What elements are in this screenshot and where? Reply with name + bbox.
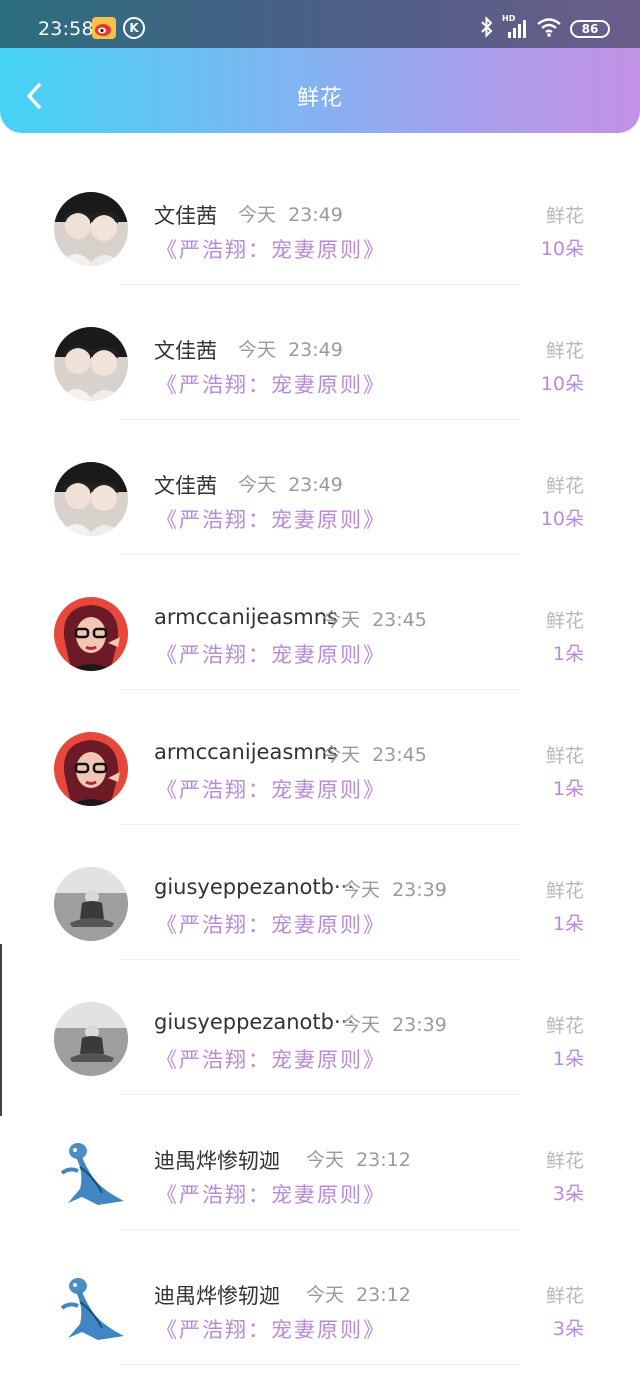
list-item[interactable]: 文佳茜 今天 23:49 《严浩翔：宠妻原则》 鲜花 10朵 bbox=[0, 285, 640, 420]
gift-type-label: 鲜花 bbox=[545, 1150, 584, 1172]
red-hair-avatar[interactable] bbox=[54, 732, 128, 806]
battery-indicator: 86 bbox=[570, 20, 610, 38]
gift-day: 今天 bbox=[322, 609, 361, 631]
gift-type-label: 鲜花 bbox=[545, 745, 584, 767]
gift-type-label: 鲜花 bbox=[545, 475, 584, 497]
user-name[interactable]: armccanijeasmns bbox=[154, 605, 338, 629]
gift-clock: 23:49 bbox=[288, 204, 343, 226]
gift-type-label: 鲜花 bbox=[545, 880, 584, 902]
book-title[interactable]: 《严浩翔：宠妻原则》 bbox=[156, 1179, 386, 1209]
gift-clock: 23:39 bbox=[392, 879, 447, 901]
user-name[interactable]: 迪禺烨惨轫迦 bbox=[154, 1145, 280, 1175]
book-title[interactable]: 《严浩翔：宠妻原则》 bbox=[156, 504, 386, 534]
list-item[interactable]: 迪禺烨惨轫迦 今天 23:12 《严浩翔：宠妻原则》 鲜花 3朵 bbox=[0, 1230, 640, 1365]
divider bbox=[120, 1364, 520, 1365]
gift-type-label: 鲜花 bbox=[545, 205, 584, 227]
gift-day: 今天 bbox=[342, 879, 381, 901]
user-name[interactable]: 迪禺烨惨轫迦 bbox=[154, 1280, 280, 1310]
book-title[interactable]: 《严浩翔：宠妻原则》 bbox=[156, 639, 386, 669]
k-app-icon: K bbox=[123, 17, 145, 39]
gift-day: 今天 bbox=[306, 1149, 345, 1171]
scroll-indicator[interactable] bbox=[0, 944, 2, 1116]
gift-clock: 23:12 bbox=[356, 1284, 411, 1306]
blue-creature-avatar[interactable] bbox=[54, 1137, 128, 1211]
gift-type-label: 鲜花 bbox=[545, 1015, 584, 1037]
user-name[interactable]: giusyeppezanotb··· bbox=[154, 875, 354, 899]
header-bar: 23:58 K HD 86 鲜花 bbox=[0, 0, 640, 133]
list-item[interactable]: armccanijeasmns 今天 23:45 《严浩翔：宠妻原则》 鲜花 1… bbox=[0, 690, 640, 825]
gift-count: 3朵 bbox=[552, 1183, 584, 1205]
gift-count: 1朵 bbox=[552, 913, 584, 935]
user-name[interactable]: 文佳茜 bbox=[154, 470, 217, 500]
gift-count: 1朵 bbox=[552, 1048, 584, 1070]
gift-clock: 23:49 bbox=[288, 339, 343, 361]
gift-time: 今天 23:49 bbox=[238, 200, 343, 227]
list-item[interactable]: 迪禺烨惨轫迦 今天 23:12 《严浩翔：宠妻原则》 鲜花 3朵 bbox=[0, 1095, 640, 1230]
list-item[interactable]: armccanijeasmns 今天 23:45 《严浩翔：宠妻原则》 鲜花 1… bbox=[0, 555, 640, 690]
bluetooth-icon bbox=[480, 16, 494, 42]
book-title[interactable]: 《严浩翔：宠妻原则》 bbox=[156, 369, 386, 399]
gift-day: 今天 bbox=[342, 1014, 381, 1036]
gift-type-label: 鲜花 bbox=[545, 610, 584, 632]
gift-time: 今天 23:49 bbox=[238, 335, 343, 362]
gift-count: 1朵 bbox=[552, 643, 584, 665]
gift-clock: 23:39 bbox=[392, 1014, 447, 1036]
grayscale-child-avatar[interactable] bbox=[54, 867, 128, 941]
gift-time: 今天 23:45 bbox=[322, 605, 427, 632]
gift-count: 3朵 bbox=[552, 1318, 584, 1340]
book-title[interactable]: 《严浩翔：宠妻原则》 bbox=[156, 1044, 386, 1074]
gift-time: 今天 23:39 bbox=[342, 875, 447, 902]
list-item[interactable]: 文佳茜 今天 23:49 《严浩翔：宠妻原则》 鲜花 10朵 bbox=[0, 420, 640, 555]
couple-avatar[interactable] bbox=[54, 327, 128, 401]
gift-clock: 23:12 bbox=[356, 1149, 411, 1171]
user-name[interactable]: giusyeppezanotb··· bbox=[154, 1010, 354, 1034]
gift-time: 今天 23:49 bbox=[238, 470, 343, 497]
grayscale-child-avatar[interactable] bbox=[54, 1002, 128, 1076]
couple-avatar[interactable] bbox=[54, 192, 128, 266]
page-title: 鲜花 bbox=[296, 86, 343, 111]
status-icons: HD 86 bbox=[480, 14, 610, 43]
user-name[interactable]: 文佳茜 bbox=[154, 335, 217, 365]
list-item[interactable]: giusyeppezanotb··· 今天 23:39 《严浩翔：宠妻原则》 鲜… bbox=[0, 960, 640, 1095]
gift-time: 今天 23:12 bbox=[306, 1280, 411, 1307]
gift-time: 今天 23:12 bbox=[306, 1145, 411, 1172]
blue-creature-avatar[interactable] bbox=[54, 1272, 128, 1346]
gift-time: 今天 23:45 bbox=[322, 740, 427, 767]
gift-day: 今天 bbox=[238, 474, 277, 496]
gift-day: 今天 bbox=[238, 339, 277, 361]
status-time: 23:58 bbox=[38, 18, 94, 40]
user-name[interactable]: 文佳茜 bbox=[154, 200, 217, 230]
status-bar: 23:58 K HD 86 bbox=[0, 0, 640, 48]
gift-list: 文佳茜 今天 23:49 《严浩翔：宠妻原则》 鲜花 10朵 文佳茜 今天 23… bbox=[0, 150, 640, 1365]
red-hair-avatar[interactable] bbox=[54, 597, 128, 671]
gift-day: 今天 bbox=[238, 204, 277, 226]
book-title[interactable]: 《严浩翔：宠妻原则》 bbox=[156, 909, 386, 939]
gift-count: 10朵 bbox=[540, 373, 584, 395]
gift-time: 今天 23:39 bbox=[342, 1010, 447, 1037]
gift-clock: 23:49 bbox=[288, 474, 343, 496]
couple-avatar[interactable] bbox=[54, 462, 128, 536]
weibo-icon bbox=[92, 17, 116, 39]
gift-clock: 23:45 bbox=[372, 744, 427, 766]
gift-type-label: 鲜花 bbox=[545, 340, 584, 362]
gift-type-label: 鲜花 bbox=[545, 1285, 584, 1307]
user-name[interactable]: armccanijeasmns bbox=[154, 740, 338, 764]
wifi-icon bbox=[536, 16, 562, 42]
gift-day: 今天 bbox=[322, 744, 361, 766]
book-title[interactable]: 《严浩翔：宠妻原则》 bbox=[156, 774, 386, 804]
gift-day: 今天 bbox=[306, 1284, 345, 1306]
gift-count: 10朵 bbox=[540, 508, 584, 530]
book-title[interactable]: 《严浩翔：宠妻原则》 bbox=[156, 1314, 386, 1344]
gift-count: 1朵 bbox=[552, 778, 584, 800]
list-item[interactable]: 文佳茜 今天 23:49 《严浩翔：宠妻原则》 鲜花 10朵 bbox=[0, 150, 640, 285]
page: 23:58 K HD 86 鲜花 文佳茜 今天 23:49 《严浩翔：宠妻原则》… bbox=[0, 0, 640, 1387]
list-item[interactable]: giusyeppezanotb··· 今天 23:39 《严浩翔：宠妻原则》 鲜… bbox=[0, 825, 640, 960]
gift-count: 10朵 bbox=[540, 238, 584, 260]
gift-clock: 23:45 bbox=[372, 609, 427, 631]
signal-icon: HD bbox=[502, 14, 528, 40]
book-title[interactable]: 《严浩翔：宠妻原则》 bbox=[156, 234, 386, 264]
